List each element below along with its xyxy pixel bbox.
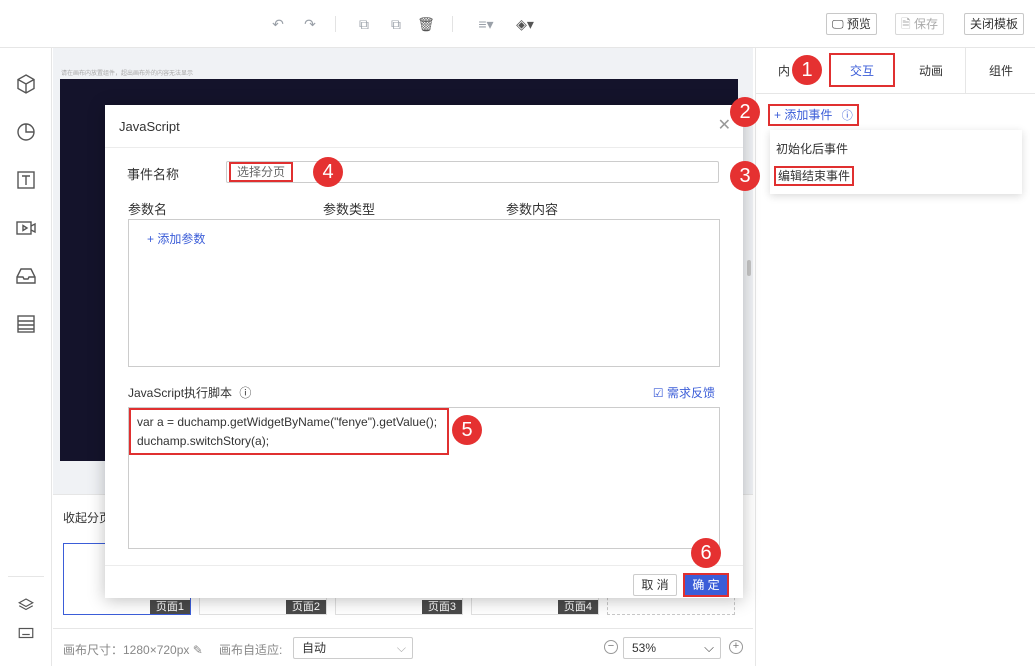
inbox-icon[interactable] xyxy=(14,264,38,288)
table-icon[interactable] xyxy=(14,312,38,336)
delete-icon[interactable]: 🗑 xyxy=(416,14,436,34)
param-name-header: 参数名 xyxy=(128,202,168,217)
help-icon: ⓘ xyxy=(239,386,252,400)
canvas-fit-value: 自动 xyxy=(302,641,327,655)
event-option-edit-end[interactable]: 编辑结束事件 xyxy=(774,166,855,186)
highlight-box xyxy=(829,53,895,87)
save-label: 保存 xyxy=(914,17,939,31)
tab-animation[interactable]: 动画 xyxy=(896,48,966,94)
canvas-scrollbar[interactable] xyxy=(747,260,751,276)
keyboard-icon[interactable] xyxy=(17,624,35,642)
undo-icon[interactable]: ↶ xyxy=(268,14,288,34)
step-marker-3: 3 xyxy=(730,161,760,191)
zoom-value: 53% xyxy=(632,641,657,655)
step-marker-6: 6 xyxy=(691,538,721,568)
canvas-fit-select[interactable]: 自动 ⌵ xyxy=(293,637,413,659)
step-marker-2: 2 xyxy=(730,97,760,127)
toolbar-divider xyxy=(335,16,336,32)
close-template-button[interactable]: 关闭模板 xyxy=(964,13,1025,35)
align-icon[interactable]: ≡▾ xyxy=(472,14,500,34)
canvas-size-label: 画布尺寸：1280×720px ✎ xyxy=(63,643,203,657)
dialog-header: JavaScript ✕ xyxy=(105,105,743,148)
toolbar-divider xyxy=(452,16,453,32)
save-icon: 🗎 xyxy=(901,17,911,31)
javascript-dialog: JavaScript ✕ 事件名称 选择分页 参数名 参数类型 参数内容 + 添… xyxy=(105,105,743,598)
copy-icon[interactable]: ⧉ xyxy=(354,14,374,34)
status-bar: 画布尺寸：1280×720px ✎ 画布自适应: 自动 ⌵ − 53% ⌵ + xyxy=(53,628,753,666)
chevron-down-icon: ⌵ xyxy=(704,640,714,655)
cancel-button[interactable]: 取 消 xyxy=(633,574,677,596)
save-button[interactable]: 🗎 保存 xyxy=(895,13,945,35)
zoom-out-icon[interactable]: − xyxy=(604,640,618,654)
text-icon[interactable] xyxy=(14,168,38,192)
canvas-fit-label: 画布自适应: xyxy=(219,643,283,657)
page-label: 页面4 xyxy=(557,600,598,614)
edit-icon: ☑ xyxy=(652,386,664,400)
add-event-button[interactable]: + 添加事件 ⓘ xyxy=(768,104,859,126)
chevron-down-icon: ⌵ xyxy=(396,641,406,655)
paste-icon[interactable]: ⧉ xyxy=(386,14,406,34)
layer-icon[interactable]: ◈▾ xyxy=(512,14,538,34)
cube-icon[interactable] xyxy=(14,72,38,96)
step-marker-5: 5 xyxy=(452,415,482,445)
feedback-link[interactable]: ☑ 需求反馈 xyxy=(653,384,715,401)
sidebar-divider xyxy=(8,576,44,577)
event-option-init[interactable]: 初始化后事件 xyxy=(776,140,848,157)
event-name-field[interactable]: 选择分页 xyxy=(226,161,719,183)
add-event-label: + 添加事件 xyxy=(774,108,833,122)
page-label: 页面3 xyxy=(421,600,462,614)
left-sidebar xyxy=(0,48,52,666)
param-content-header: 参数内容 xyxy=(506,202,559,217)
canvas-hint: 请在画布内放置组件，超出画布外的内容无法显示 xyxy=(61,71,194,77)
add-param-button[interactable]: + 添加参数 xyxy=(147,230,205,247)
right-panel: 内 交互 动画 组件 + 添加事件 ⓘ 初始化后事件 编辑结束事件 xyxy=(755,48,1035,666)
zoom-in-icon[interactable]: + xyxy=(729,640,743,654)
step-marker-4: 4 xyxy=(313,157,343,187)
top-toolbar: ↶ ↷ ⧉ ⧉ 🗑 ≡▾ ◈▾ 🖵 预览 🗎 保存 关闭模板 xyxy=(0,0,1035,48)
close-icon[interactable]: ✕ xyxy=(718,117,731,135)
param-table: + 添加参数 xyxy=(128,219,720,367)
dialog-footer: 取 消 确 定 xyxy=(105,565,743,598)
preview-label: 预览 xyxy=(846,17,871,31)
zoom-select[interactable]: 53% ⌵ xyxy=(623,637,721,659)
param-type-header: 参数类型 xyxy=(323,202,376,217)
layers-icon[interactable] xyxy=(17,596,35,614)
step-marker-1: 1 xyxy=(792,55,822,85)
highlight-box: var a = duchamp.getWidgetByName("fenye")… xyxy=(129,408,449,455)
pie-chart-icon[interactable] xyxy=(14,120,38,144)
dialog-title: JavaScript xyxy=(119,119,180,134)
redo-icon[interactable]: ↷ xyxy=(300,14,320,34)
event-name-value: 选择分页 xyxy=(229,162,294,182)
collapse-pages-button[interactable]: 收起分页 xyxy=(63,509,111,526)
monitor-icon: 🖵 xyxy=(832,17,844,31)
tab-component[interactable]: 组件 xyxy=(966,48,1035,94)
page-label: 页面2 xyxy=(285,600,326,614)
preview-button[interactable]: 🖵 预览 xyxy=(826,13,877,35)
event-name-label: 事件名称 xyxy=(127,167,180,182)
js-script-label: JavaScript执行脚本 ⓘ xyxy=(128,386,252,400)
close-template-label: 关闭模板 xyxy=(970,17,1019,31)
page-label: 页面1 xyxy=(149,600,190,614)
code-line: duchamp.switchStory(a); xyxy=(137,434,270,448)
help-icon: ⓘ xyxy=(841,110,853,122)
video-icon[interactable] xyxy=(14,216,38,240)
event-dropdown: 初始化后事件 编辑结束事件 xyxy=(770,130,1022,194)
code-line: var a = duchamp.getWidgetByName("fenye")… xyxy=(137,415,438,429)
js-code-editor[interactable]: var a = duchamp.getWidgetByName("fenye")… xyxy=(128,407,720,549)
confirm-button[interactable]: 确 定 xyxy=(683,573,729,597)
edit-icon[interactable]: ✎ xyxy=(193,643,203,657)
